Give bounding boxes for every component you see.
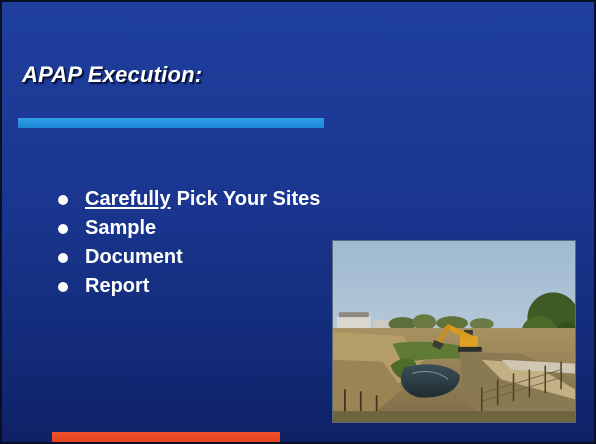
bullet-dot-icon (58, 252, 68, 263)
bullet-text: Sample (85, 217, 157, 239)
bullet-dot-icon (58, 194, 68, 205)
bullet-item-sample: Sample (58, 214, 320, 243)
bullet-text: Report (85, 275, 150, 297)
bullet-item-pick-sites: Carefully Pick Your Sites (58, 185, 320, 214)
bullet-text: Document (85, 246, 183, 268)
title-underline-bar (18, 118, 324, 128)
bullet-list: Carefully Pick Your Sites Sample Documen… (58, 185, 320, 301)
accent-bar (52, 432, 280, 442)
slide-title: APAP Execution: (22, 62, 203, 87)
bullet-item-document: Document (58, 243, 320, 272)
excavator-ditch-image (333, 241, 575, 422)
bullet-item-report: Report (58, 272, 320, 301)
bullet-emphasis: Carefully (85, 188, 171, 210)
bullet-dot-icon (58, 223, 68, 234)
site-photo (332, 240, 576, 423)
bullet-text: Pick Your Sites (176, 188, 321, 210)
presentation-slide: APAP Execution: Carefully Pick Your Site… (0, 0, 596, 444)
bullet-dot-icon (58, 281, 68, 292)
